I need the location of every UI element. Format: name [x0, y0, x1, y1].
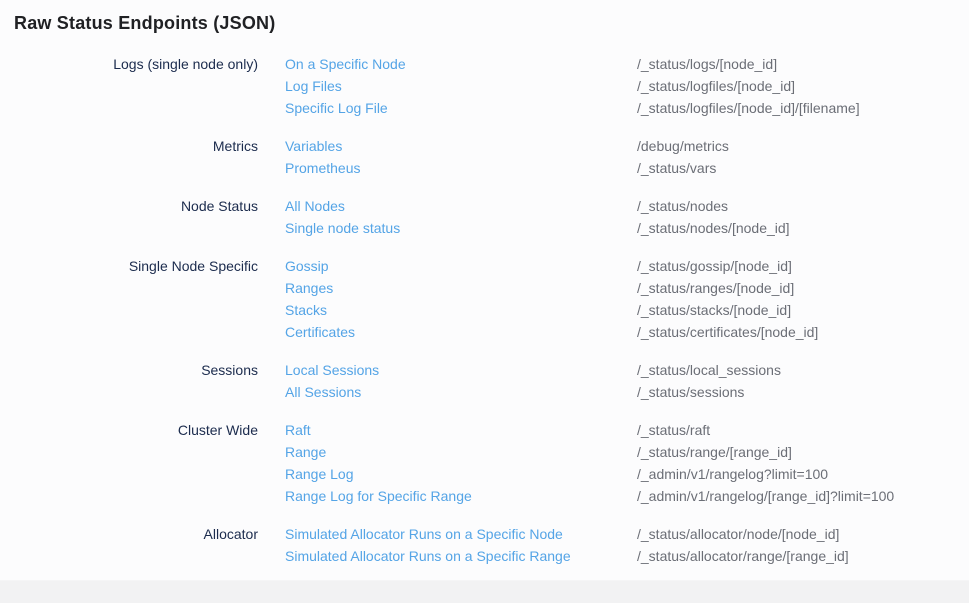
endpoint-row: Ranges /_status/ranges/[node_id]	[285, 277, 818, 299]
endpoint-row: Certificates /_status/certificates/[node…	[285, 321, 818, 343]
endpoint-link-prometheus[interactable]: Prometheus	[285, 157, 637, 179]
category-label-sessions: Sessions	[14, 359, 258, 403]
category-label-node-status: Node Status	[14, 195, 258, 239]
endpoint-row: Variables /debug/metrics	[285, 135, 729, 157]
endpoint-row: Local Sessions /_status/local_sessions	[285, 359, 781, 381]
endpoint-path: /_status/sessions	[637, 381, 744, 403]
endpoint-path: /_status/local_sessions	[637, 359, 781, 381]
endpoint-row: Simulated Allocator Runs on a Specific N…	[285, 523, 849, 545]
endpoint-link-gossip[interactable]: Gossip	[285, 255, 637, 277]
endpoint-path: /_status/logfiles/[node_id]	[637, 75, 795, 97]
endpoint-path: /_status/nodes/[node_id]	[637, 217, 790, 239]
footer-strip	[0, 580, 969, 603]
page-title: Raw Status Endpoints (JSON)	[14, 13, 969, 34]
endpoint-link-stacks[interactable]: Stacks	[285, 299, 637, 321]
endpoint-link-specific-log-file[interactable]: Specific Log File	[285, 97, 637, 119]
category-label-cluster-wide: Cluster Wide	[14, 419, 258, 507]
endpoint-group-logs: Logs (single node only) On a Specific No…	[14, 53, 969, 119]
endpoint-link-local-sessions[interactable]: Local Sessions	[285, 359, 637, 381]
endpoint-link-ranges[interactable]: Ranges	[285, 277, 637, 299]
endpoint-link-all-sessions[interactable]: All Sessions	[285, 381, 637, 403]
endpoint-path: /_status/ranges/[node_id]	[637, 277, 794, 299]
endpoint-link-all-nodes[interactable]: All Nodes	[285, 195, 637, 217]
endpoint-path: /_admin/v1/rangelog?limit=100	[637, 463, 828, 485]
category-label-logs: Logs (single node only)	[14, 53, 258, 119]
endpoint-row: Specific Log File /_status/logfiles/[nod…	[285, 97, 860, 119]
endpoint-link-range-log-for-specific-range[interactable]: Range Log for Specific Range	[285, 485, 637, 507]
endpoint-row: Stacks /_status/stacks/[node_id]	[285, 299, 818, 321]
endpoint-entries: On a Specific Node /_status/logs/[node_i…	[285, 53, 860, 119]
endpoint-path: /_status/range/[range_id]	[637, 441, 792, 463]
endpoint-link-simulated-allocator-node[interactable]: Simulated Allocator Runs on a Specific N…	[285, 523, 637, 545]
endpoint-link-single-node-status[interactable]: Single node status	[285, 217, 637, 239]
endpoint-link-raft[interactable]: Raft	[285, 419, 637, 441]
endpoint-row: Gossip /_status/gossip/[node_id]	[285, 255, 818, 277]
endpoint-group-node-status: Node Status All Nodes /_status/nodes Sin…	[14, 195, 969, 239]
endpoint-entries: Simulated Allocator Runs on a Specific N…	[285, 523, 849, 567]
endpoint-entries: All Nodes /_status/nodes Single node sta…	[285, 195, 790, 239]
endpoint-group-cluster-wide: Cluster Wide Raft /_status/raft Range /_…	[14, 419, 969, 507]
endpoint-row: On a Specific Node /_status/logs/[node_i…	[285, 53, 860, 75]
endpoint-path: /_status/logfiles/[node_id]/[filename]	[637, 97, 860, 119]
endpoint-entries: Variables /debug/metrics Prometheus /_st…	[285, 135, 729, 179]
endpoint-path: /debug/metrics	[637, 135, 729, 157]
endpoint-path: /_status/allocator/node/[node_id]	[637, 523, 839, 545]
endpoint-row: Raft /_status/raft	[285, 419, 894, 441]
endpoint-row: All Nodes /_status/nodes	[285, 195, 790, 217]
category-label-metrics: Metrics	[14, 135, 258, 179]
endpoint-row: Simulated Allocator Runs on a Specific R…	[285, 545, 849, 567]
endpoint-row: Range Log for Specific Range /_admin/v1/…	[285, 485, 894, 507]
category-label-single-node-specific: Single Node Specific	[14, 255, 258, 343]
endpoint-group-sessions: Sessions Local Sessions /_status/local_s…	[14, 359, 969, 403]
endpoint-link-log-files[interactable]: Log Files	[285, 75, 637, 97]
endpoint-path: /_status/allocator/range/[range_id]	[637, 545, 849, 567]
endpoint-link-range-log[interactable]: Range Log	[285, 463, 637, 485]
endpoint-entries: Raft /_status/raft Range /_status/range/…	[285, 419, 894, 507]
endpoint-row: Prometheus /_status/vars	[285, 157, 729, 179]
raw-status-endpoints-page: Raw Status Endpoints (JSON) Logs (single…	[0, 0, 969, 567]
endpoint-row: Range /_status/range/[range_id]	[285, 441, 894, 463]
endpoint-row: Single node status /_status/nodes/[node_…	[285, 217, 790, 239]
endpoint-path: /_status/gossip/[node_id]	[637, 255, 792, 277]
endpoint-entries: Gossip /_status/gossip/[node_id] Ranges …	[285, 255, 818, 343]
endpoint-path: /_status/raft	[637, 419, 710, 441]
endpoint-path: /_status/nodes	[637, 195, 728, 217]
endpoint-link-variables[interactable]: Variables	[285, 135, 637, 157]
endpoint-group-allocator: Allocator Simulated Allocator Runs on a …	[14, 523, 969, 567]
endpoint-path: /_status/stacks/[node_id]	[637, 299, 791, 321]
category-label-allocator: Allocator	[14, 523, 258, 567]
endpoint-link-certificates[interactable]: Certificates	[285, 321, 637, 343]
endpoint-group-metrics: Metrics Variables /debug/metrics Prometh…	[14, 135, 969, 179]
endpoint-row: Range Log /_admin/v1/rangelog?limit=100	[285, 463, 894, 485]
endpoint-path: /_admin/v1/rangelog/[range_id]?limit=100	[637, 485, 894, 507]
endpoint-path: /_status/logs/[node_id]	[637, 53, 777, 75]
endpoint-entries: Local Sessions /_status/local_sessions A…	[285, 359, 781, 403]
endpoint-row: All Sessions /_status/sessions	[285, 381, 781, 403]
endpoint-link-range[interactable]: Range	[285, 441, 637, 463]
endpoint-path: /_status/vars	[637, 157, 716, 179]
endpoint-link-simulated-allocator-range[interactable]: Simulated Allocator Runs on a Specific R…	[285, 545, 637, 567]
endpoint-row: Log Files /_status/logfiles/[node_id]	[285, 75, 860, 97]
endpoint-link-on-a-specific-node[interactable]: On a Specific Node	[285, 53, 637, 75]
endpoint-group-single-node-specific: Single Node Specific Gossip /_status/gos…	[14, 255, 969, 343]
endpoint-path: /_status/certificates/[node_id]	[637, 321, 818, 343]
